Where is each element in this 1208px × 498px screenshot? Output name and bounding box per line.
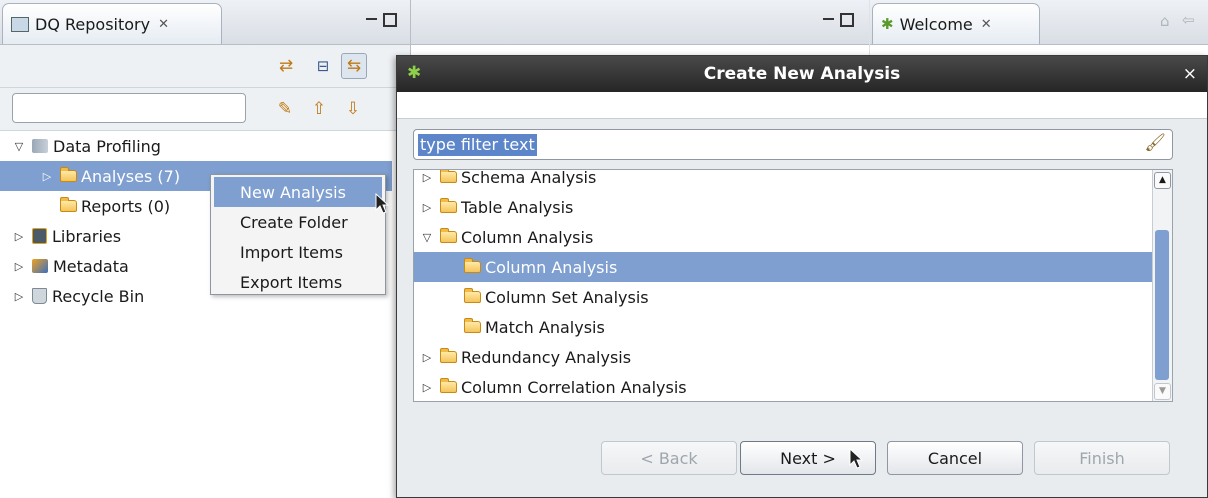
folder-icon — [464, 258, 481, 273]
folder-icon — [440, 378, 457, 393]
arrow-down-icon[interactable]: ⇩ — [340, 96, 366, 122]
tree-item-column-correlation-analysis[interactable]: ▷ Column Correlation Analysis — [414, 372, 1154, 401]
tab-welcome[interactable]: ✱ Welcome ✕ — [872, 3, 1040, 44]
folder-icon — [440, 198, 457, 213]
folder-icon — [440, 228, 457, 243]
close-icon[interactable]: ✕ — [981, 17, 992, 32]
folder-icon — [440, 348, 457, 363]
tree-item-data-profiling[interactable]: ▽ Data Profiling — [0, 131, 410, 161]
expanded-triangle-icon[interactable]: ▽ — [420, 231, 434, 244]
tab-dq-repository[interactable]: DQ Repository ✕ — [2, 3, 222, 44]
folder-icon — [440, 170, 457, 183]
tree-item-match-analysis[interactable]: Match Analysis — [414, 312, 1154, 342]
finish-button[interactable]: Finish — [1034, 441, 1170, 475]
mouse-pointer-icon — [849, 448, 864, 469]
folder-icon — [464, 288, 481, 303]
collapsed-triangle-icon[interactable]: ▷ — [12, 260, 26, 273]
libraries-icon — [32, 228, 47, 244]
window-controls — [823, 13, 854, 27]
tree-item-label: Data Profiling — [53, 136, 161, 156]
repository-icon — [11, 16, 29, 32]
scrollbar-thumb[interactable] — [1155, 230, 1169, 380]
close-icon[interactable]: ✕ — [158, 17, 169, 32]
minimize-icon[interactable] — [366, 17, 377, 23]
menu-item-new-analysis[interactable]: New Analysis — [214, 177, 382, 207]
collapsed-triangle-icon[interactable]: ▷ — [12, 230, 26, 243]
tree-item-column-analysis[interactable]: Column Analysis — [414, 252, 1154, 282]
dialog-title-bar[interactable]: ✱ Create New Analysis × — [397, 56, 1207, 92]
maximize-icon[interactable] — [840, 13, 854, 27]
arrow-up-icon[interactable]: ⇧ — [306, 96, 332, 122]
tab-label: Welcome — [899, 14, 973, 34]
menu-item-export-items[interactable]: Export Items — [211, 267, 385, 297]
scroll-down-icon[interactable]: ▼ — [1154, 383, 1171, 400]
tree-item-table-analysis[interactable]: ▷ Table Analysis — [414, 192, 1154, 222]
data-profiling-icon — [32, 139, 48, 153]
filter-input[interactable]: type filter text 🖌 — [413, 129, 1173, 160]
create-new-analysis-dialog: ✱ Create New Analysis × type filter text… — [396, 55, 1208, 498]
tree-item-redundancy-analysis[interactable]: ▷ Redundancy Analysis — [414, 342, 1154, 372]
tree-item-label: Libraries — [52, 226, 122, 246]
mouse-pointer-icon — [375, 193, 390, 214]
tree-item-column-set-analysis[interactable]: Column Set Analysis — [414, 282, 1154, 312]
collapse-all-icon[interactable]: ⊟ — [310, 53, 336, 79]
menu-item-import-items[interactable]: Import Items — [211, 237, 385, 267]
tree-item-label: Column Analysis — [485, 257, 618, 277]
repository-toolbar: ⇄ ⊟ ⇆ — [0, 45, 410, 88]
window-controls — [366, 13, 397, 27]
tree-item-label: Match Analysis — [485, 317, 605, 337]
tree-item-schema-analysis[interactable]: ▷ Schema Analysis — [414, 169, 1154, 192]
tree-item-label: Redundancy Analysis — [461, 347, 632, 367]
tree-item-label: Reports (0) — [81, 196, 171, 216]
tree-item-label: Schema Analysis — [461, 169, 597, 187]
sync-icon[interactable]: ⇄ — [273, 53, 299, 79]
left-tab-bar: DQ Repository ✕ — [0, 0, 410, 45]
search-input[interactable] — [12, 93, 246, 123]
dialog-banner — [397, 92, 1207, 119]
filter-text: type filter text — [418, 134, 537, 156]
tree-item-label: Table Analysis — [461, 197, 574, 217]
tree-item-column-analysis-group[interactable]: ▽ Column Analysis — [414, 222, 1154, 252]
tree-item-label: Metadata — [53, 256, 129, 276]
minimize-icon[interactable] — [823, 17, 834, 23]
vertical-scrollbar[interactable]: ▲ ▼ — [1152, 170, 1172, 401]
home-icon[interactable]: ⌂ — [1160, 12, 1170, 30]
maximize-icon[interactable] — [383, 13, 397, 27]
collapsed-triangle-icon[interactable]: ▷ — [420, 171, 434, 184]
editor-tab-bar — [411, 0, 869, 45]
context-menu: New Analysis Create Folder Import Items … — [210, 174, 386, 295]
cancel-button[interactable]: Cancel — [887, 441, 1023, 475]
collapsed-triangle-icon[interactable]: ▷ — [420, 201, 434, 214]
tab-label: DQ Repository — [35, 14, 151, 34]
welcome-icon: ✱ — [881, 15, 894, 33]
expanded-triangle-icon[interactable]: ▽ — [12, 140, 26, 153]
collapsed-triangle-icon[interactable]: ▷ — [40, 170, 54, 183]
welcome-tab-bar: ✱ Welcome ✕ ⌂ ⇦ — [870, 0, 1208, 45]
tree-item-label: Column Set Analysis — [485, 287, 649, 307]
recycle-bin-icon — [32, 288, 47, 304]
back-arrow-icon[interactable]: ⇦ — [1182, 11, 1195, 29]
back-button[interactable]: < Back — [601, 441, 737, 475]
analysis-type-tree: ▷ Schema Analysis ▷ Table Analysis ▽ Col… — [413, 169, 1173, 402]
close-icon[interactable]: × — [1183, 56, 1197, 92]
tree-item-label: Analyses (7) — [81, 166, 181, 186]
dialog-title: Create New Analysis — [703, 64, 901, 84]
tree-item-label: Column Correlation Analysis — [461, 377, 687, 397]
clear-filter-icon[interactable]: 🖌 — [1144, 133, 1166, 153]
collapsed-triangle-icon[interactable]: ▷ — [12, 290, 26, 303]
folder-icon — [464, 318, 481, 333]
metadata-icon — [32, 259, 48, 273]
scroll-up-icon[interactable]: ▲ — [1154, 172, 1171, 189]
link-editor-icon[interactable]: ⇆ — [341, 53, 367, 79]
dq-repository-view: DQ Repository ✕ ⇄ ⊟ ⇆ ✎ ⇧ ⇩ ▽ Data Profi… — [0, 0, 411, 498]
collapsed-triangle-icon[interactable]: ▷ — [420, 351, 434, 364]
folder-icon — [60, 197, 77, 212]
pen-icon[interactable]: ✎ — [272, 96, 298, 122]
collapsed-triangle-icon[interactable]: ▷ — [420, 381, 434, 394]
filter-row: ✎ ⇧ ⇩ — [0, 88, 410, 131]
menu-item-create-folder[interactable]: Create Folder — [211, 207, 385, 237]
tree-item-label: Column Analysis — [461, 227, 594, 247]
tree-item-label: Recycle Bin — [52, 286, 145, 306]
folder-icon — [60, 167, 77, 182]
